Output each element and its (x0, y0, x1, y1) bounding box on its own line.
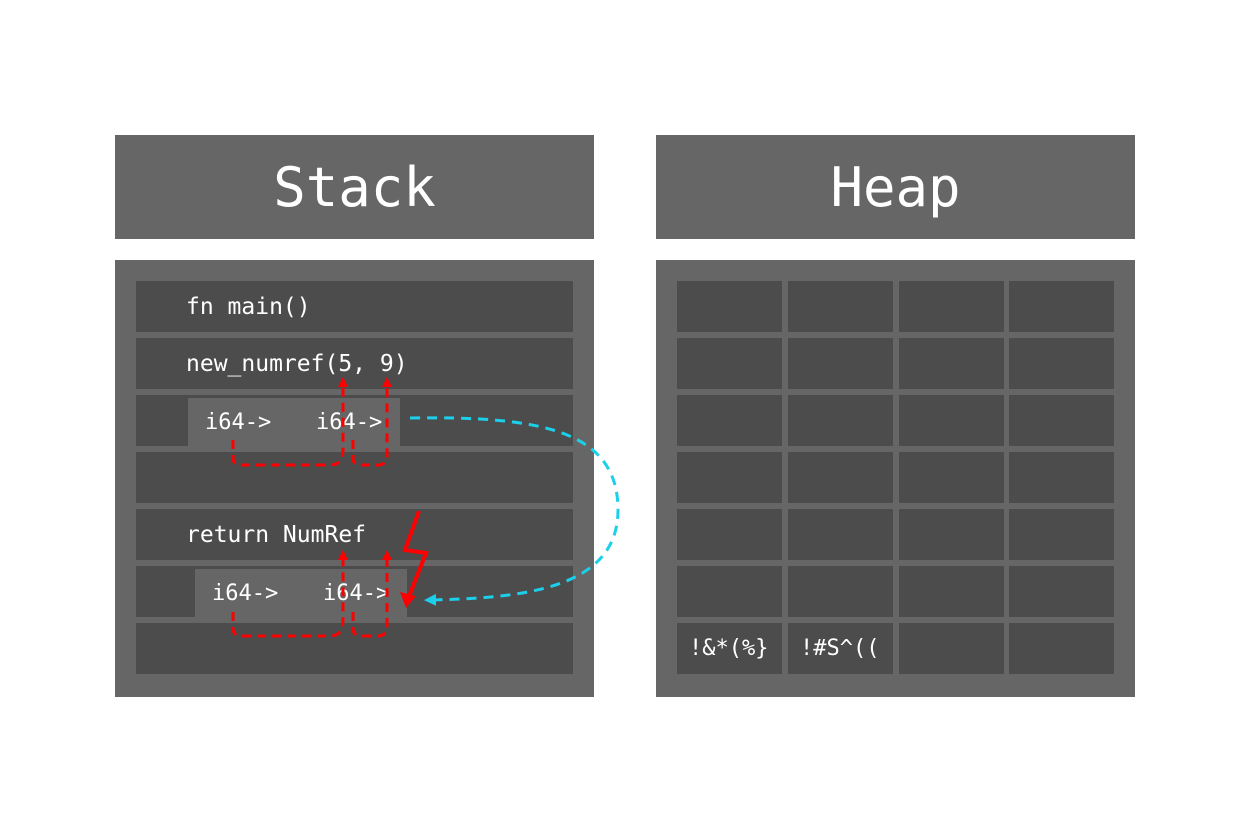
arrow-overlay (231, 377, 620, 638)
move-arrow (409, 416, 620, 606)
lightning-bolt-icon (402, 510, 429, 605)
reference-arrow-5 (231, 377, 348, 467)
dangling-reference-arrow (351, 550, 392, 638)
dangling-reference-arrow (231, 550, 348, 638)
reference-arrow-9 (351, 377, 392, 467)
